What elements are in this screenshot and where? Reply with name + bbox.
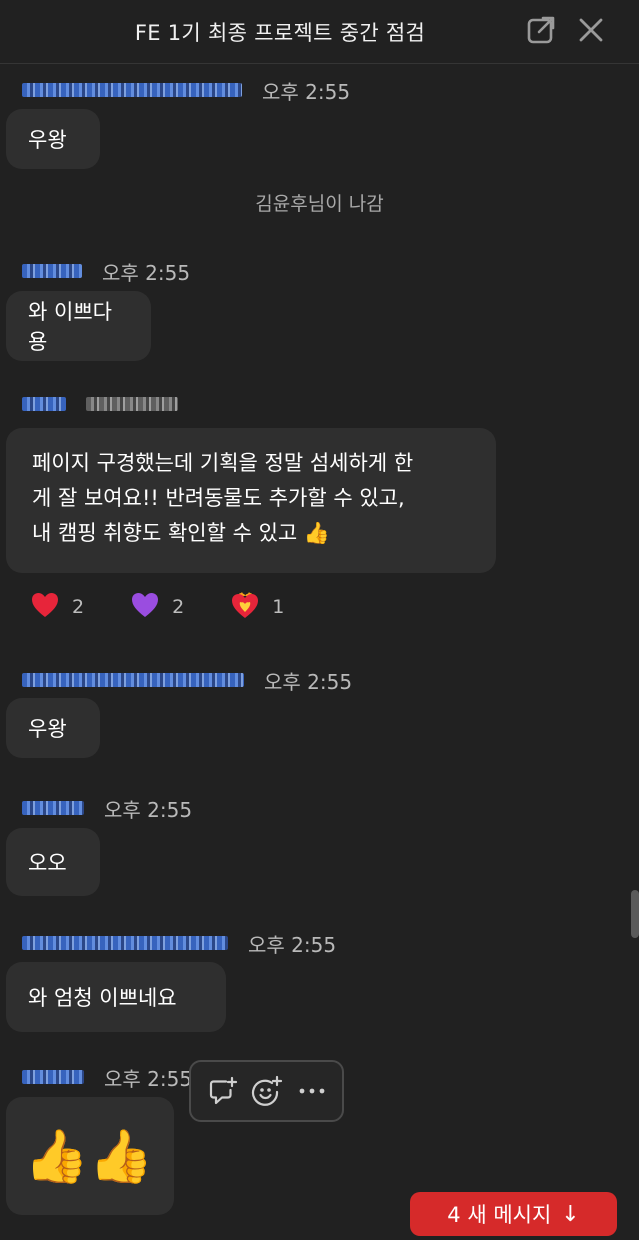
reaction-purple-heart[interactable]: 2 bbox=[130, 591, 184, 623]
message-time-redacted bbox=[86, 397, 178, 411]
scrollbar-thumb[interactable] bbox=[631, 890, 639, 938]
arrow-down-icon: ↓ bbox=[561, 1201, 580, 1227]
sender-name-redacted[interactable] bbox=[22, 264, 82, 278]
message-bubble[interactable]: 우왕 bbox=[6, 109, 100, 169]
message-bubble[interactable]: 우왕 bbox=[6, 698, 100, 758]
external-link-icon[interactable] bbox=[525, 14, 557, 46]
purple-heart-icon bbox=[130, 591, 160, 623]
sender-name-redacted[interactable] bbox=[22, 936, 228, 950]
new-messages-label: 4 새 메시지 bbox=[447, 1203, 552, 1227]
message-bubble[interactable]: 👍👍 bbox=[6, 1097, 174, 1215]
message-header: 오후 2:55 bbox=[22, 1065, 193, 1091]
red-heart-icon bbox=[30, 591, 60, 623]
reaction-heart-on-fire[interactable]: 1 bbox=[230, 590, 284, 624]
close-icon[interactable] bbox=[575, 14, 607, 46]
new-messages-button[interactable]: 4 새 메시지 ↓ bbox=[410, 1192, 617, 1236]
message-header: 오후 2:55 bbox=[22, 931, 337, 957]
sender-name-redacted[interactable] bbox=[22, 801, 84, 815]
message-bubble[interactable]: 와 이쁘다용 bbox=[6, 291, 151, 361]
reaction-bar: 2 2 1 bbox=[30, 590, 330, 624]
sender-name-redacted[interactable] bbox=[22, 397, 66, 411]
chat-header: FE 1기 최종 프로젝트 중간 점검 bbox=[0, 0, 639, 64]
message-time: 오후 2:55 bbox=[102, 260, 191, 285]
message-bubble[interactable]: 오오 bbox=[6, 828, 100, 896]
reply-icon[interactable] bbox=[205, 1074, 239, 1108]
message-time: 오후 2:55 bbox=[248, 932, 337, 957]
sender-name-redacted[interactable] bbox=[22, 673, 244, 687]
message-line: 내 캠핑 취향도 확인할 수 있고 👍 bbox=[32, 521, 331, 545]
reaction-count: 1 bbox=[272, 596, 285, 618]
message-bubble[interactable]: 페이지 구경했는데 기획을 정말 섬세하게 한 게 잘 보여요!! 반려동물도 … bbox=[6, 428, 496, 573]
message-time: 오후 2:55 bbox=[104, 1066, 193, 1091]
heart-on-fire-icon bbox=[230, 590, 260, 624]
chat-title: FE 1기 최종 프로젝트 중간 점검 bbox=[134, 21, 426, 45]
add-reaction-icon[interactable] bbox=[250, 1074, 284, 1108]
message-time: 오후 2:55 bbox=[262, 79, 351, 104]
system-message: 김윤후님이 나감 bbox=[255, 193, 384, 215]
more-icon[interactable] bbox=[295, 1074, 329, 1108]
reaction-count: 2 bbox=[72, 596, 85, 618]
reaction-red-heart[interactable]: 2 bbox=[30, 591, 84, 623]
message-header: 오후 2:55 bbox=[22, 668, 353, 694]
sender-name-redacted[interactable] bbox=[22, 1070, 84, 1084]
reaction-count: 2 bbox=[172, 596, 185, 618]
message-header: 오후 2:55 bbox=[22, 259, 191, 285]
message-header: 오후 2:55 bbox=[22, 796, 193, 822]
message-time: 오후 2:55 bbox=[264, 669, 353, 694]
message-bubble[interactable]: 와 엄청 이쁘네요 bbox=[6, 962, 226, 1032]
message-time: 오후 2:55 bbox=[104, 797, 193, 822]
message-line: 게 잘 보여요!! 반려동물도 추가할 수 있고, bbox=[32, 486, 405, 510]
message-header: 오후 2:55 bbox=[22, 78, 351, 104]
message-line: 페이지 구경했는데 기획을 정말 섬세하게 한 bbox=[32, 451, 414, 475]
message-header bbox=[22, 392, 178, 416]
sender-name-redacted[interactable] bbox=[22, 83, 242, 97]
message-actions bbox=[189, 1060, 344, 1122]
